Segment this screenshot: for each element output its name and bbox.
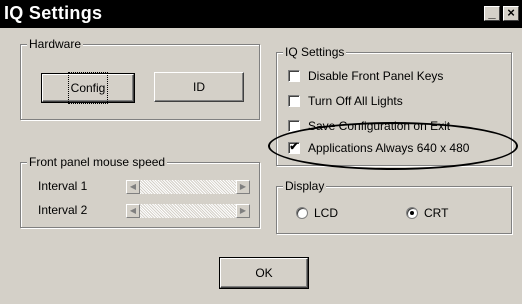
check-mark-icon: ✔ xyxy=(289,141,299,153)
checkbox-box[interactable] xyxy=(288,120,300,132)
checkbox-label: Save Configuration on Exit xyxy=(308,119,451,133)
close-button[interactable]: × xyxy=(503,6,519,21)
left-arrow-icon[interactable]: ◀ xyxy=(126,204,140,218)
checkbox-box[interactable] xyxy=(288,95,300,107)
left-arrow-icon[interactable]: ◀ xyxy=(126,180,140,194)
id-button-label: ID xyxy=(193,80,205,94)
iq-settings-dialog: IQ Settings _ × Hardware Config ID IQ Se… xyxy=(0,0,522,304)
ok-button-label: OK xyxy=(255,266,273,280)
mouse-speed-legend: Front panel mouse speed xyxy=(27,155,168,169)
window-title: IQ Settings xyxy=(4,3,103,23)
checkbox-box[interactable] xyxy=(288,70,300,82)
interval-1-label: Interval 1 xyxy=(38,179,88,193)
interval-2-slider[interactable]: ◀ ▶ xyxy=(126,204,250,218)
close-icon: × xyxy=(507,5,515,20)
title-bar[interactable]: IQ Settings _ × xyxy=(0,0,522,28)
minimize-icon: _ xyxy=(488,5,496,20)
display-group: Display xyxy=(276,179,512,234)
radio-label: CRT xyxy=(424,206,449,220)
radio-label: LCD xyxy=(314,206,339,220)
right-arrow-icon[interactable]: ▶ xyxy=(236,180,250,194)
mouse-speed-group: Front panel mouse speed xyxy=(20,155,260,228)
hardware-legend: Hardware xyxy=(27,37,84,51)
checkbox-label: Disable Front Panel Keys xyxy=(308,69,444,83)
checkbox-label: Turn Off All Lights xyxy=(308,94,403,108)
display-legend: Display xyxy=(283,179,327,193)
interval-2-label: Interval 2 xyxy=(38,203,88,217)
checkbox-label: Applications Always 640 x 480 xyxy=(308,141,470,155)
checkbox-box[interactable]: ✔ xyxy=(288,142,300,154)
minimize-button[interactable]: _ xyxy=(484,6,500,21)
id-button[interactable]: ID xyxy=(154,72,244,102)
config-button[interactable]: Config xyxy=(41,72,135,104)
right-arrow-icon[interactable]: ▶ xyxy=(236,204,250,218)
ok-button[interactable]: OK xyxy=(219,257,309,289)
radio-button[interactable] xyxy=(406,207,418,219)
radio-button[interactable] xyxy=(296,207,308,219)
interval-1-slider[interactable]: ◀ ▶ xyxy=(126,180,250,194)
config-button-label: Config xyxy=(67,72,109,104)
iq-settings-legend: IQ Settings xyxy=(283,45,347,59)
